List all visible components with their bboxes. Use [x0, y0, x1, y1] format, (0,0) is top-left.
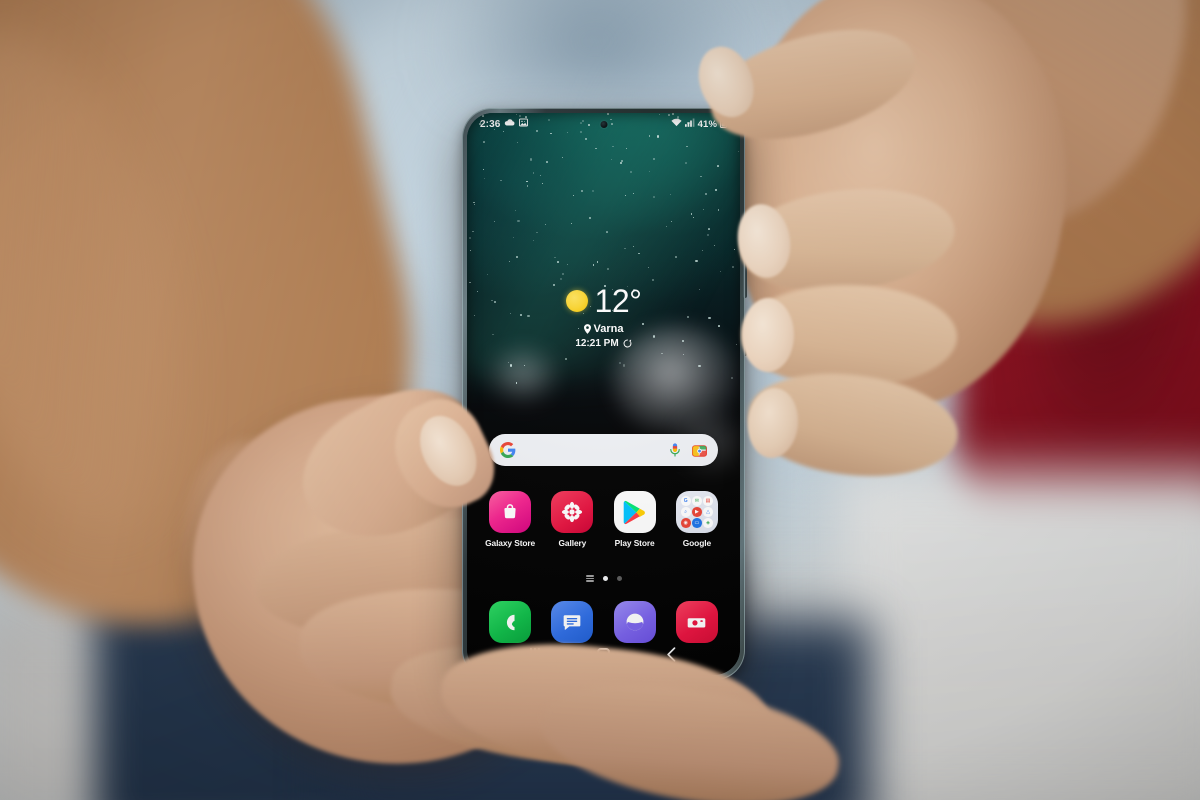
front-camera-icon: [600, 121, 607, 128]
smartphone-device: 2:36 41% 12° Varna 12:21 PM Galaxy Store…: [462, 108, 747, 680]
folder-app-icon: ◈: [703, 518, 713, 528]
page-dot-active[interactable]: [602, 576, 608, 581]
phone-screen[interactable]: 2:36 41% 12° Varna 12:21 PM Galaxy Store…: [467, 113, 740, 675]
location-pin-icon: [583, 324, 591, 334]
background-floor-right: [840, 470, 1200, 800]
app-gallery[interactable]: Gallery: [543, 491, 601, 548]
dock-app-messages[interactable]: [543, 601, 601, 643]
weather-location-name: Varna: [593, 323, 624, 335]
dock-app-internet[interactable]: [606, 601, 664, 643]
weather-time-row: 12:21 PM: [575, 338, 632, 349]
wifi-icon: [671, 118, 682, 130]
google-g-icon: [500, 442, 516, 458]
weather-widget[interactable]: 12° Varna 12:21 PM: [467, 285, 740, 349]
image-icon: [519, 118, 529, 130]
play-store-icon[interactable]: [613, 491, 656, 533]
folder-app-icon: G: [680, 496, 691, 506]
sun-icon: [565, 290, 588, 312]
battery-percentage: 41%: [697, 118, 717, 130]
right-hand-fingernail: [742, 298, 794, 372]
signal-icon: [684, 118, 695, 130]
folder-app-icon: ◉: [680, 518, 691, 528]
status-clock: 2:36: [480, 118, 501, 130]
weather-temperature: 12°: [594, 283, 642, 319]
app-grid-row: Galaxy Store Gallery Play Store G ✉ ▤ ⌕ …: [479, 491, 728, 548]
dock-app-camera[interactable]: [668, 601, 726, 643]
weather-updated-time: 12:21 PM: [575, 338, 619, 349]
app-label: Play Store: [614, 538, 655, 548]
app-galaxy-store[interactable]: Galaxy Store: [481, 491, 539, 548]
folder-app-icon: ⌕: [680, 507, 691, 517]
folder-app-icon: ✉: [692, 496, 702, 506]
camera-icon[interactable]: [675, 601, 718, 643]
app-google-folder[interactable]: G ✉ ▤ ⌕ ▶ △ ◉ ▭ ◈ Google: [668, 491, 726, 548]
microphone-icon[interactable]: [669, 443, 681, 457]
cloud-icon: [504, 118, 515, 130]
weather-main-row: 12°: [565, 283, 642, 319]
app-label: Google: [682, 538, 711, 548]
dock-app-phone[interactable]: [481, 601, 539, 643]
photo-scene: 2:36 41% 12° Varna 12:21 PM Galaxy Store…: [0, 0, 1200, 800]
page-dot-inactive[interactable]: [616, 576, 622, 581]
home-screen-icon[interactable]: [585, 575, 594, 582]
galaxy-store-icon[interactable]: [489, 491, 532, 533]
folder-app-icon: △: [703, 507, 713, 517]
google-search-bar[interactable]: [489, 434, 718, 466]
folder-app-icon: ▤: [703, 496, 713, 506]
google-lens-camera-icon[interactable]: [692, 444, 707, 457]
app-label: Galaxy Store: [485, 538, 536, 548]
search-input[interactable]: [516, 434, 669, 466]
internet-browser-icon[interactable]: [613, 601, 656, 643]
folder-app-icon: ▶: [692, 507, 702, 517]
phone-icon[interactable]: [489, 601, 532, 643]
messages-icon[interactable]: [551, 601, 594, 643]
refresh-icon[interactable]: [623, 339, 632, 348]
dock: [479, 601, 728, 643]
weather-location-row: Varna: [583, 323, 624, 335]
wallpaper-stars: [467, 113, 740, 675]
google-folder-icon[interactable]: G ✉ ▤ ⌕ ▶ △ ◉ ▭ ◈: [675, 491, 718, 533]
app-label: Gallery: [558, 538, 587, 548]
folder-app-icon: ▭: [692, 518, 702, 528]
page-indicator[interactable]: [467, 575, 740, 582]
gallery-icon[interactable]: [551, 491, 594, 533]
app-play-store[interactable]: Play Store: [606, 491, 664, 548]
status-bar-left: 2:36: [480, 118, 529, 130]
